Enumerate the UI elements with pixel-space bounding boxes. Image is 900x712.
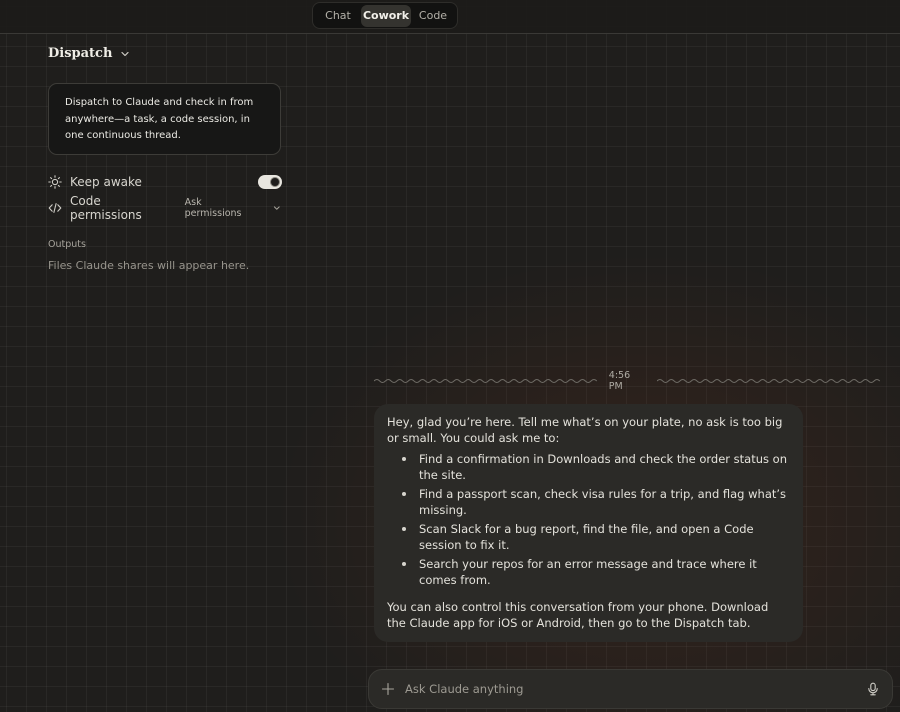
sun-icon [48,175,62,189]
list-item: Scan Slack for a bug report, find the fi… [402,521,789,553]
mode-switcher: Chat Cowork Code [312,2,458,29]
assistant-message: Hey, glad you’re here. Tell me what’s on… [374,404,803,642]
outputs-heading: Outputs [48,239,86,250]
chevron-down-icon [274,206,281,210]
list-item: Search your repos for an error message a… [402,556,789,588]
message-intro: Hey, glad you’re here. Tell me what’s on… [387,415,783,445]
dispatch-menu-button[interactable]: Dispatch [48,46,130,61]
keep-awake-toggle[interactable] [258,175,282,189]
chat-input[interactable] [405,682,866,696]
keep-awake-row: Keep awake [48,172,282,192]
info-card-text: Dispatch to Claude and check in from any… [65,97,254,141]
plus-icon[interactable] [381,682,395,696]
time-divider: 4:56 PM [374,370,880,392]
message-timestamp: 4:56 PM [608,370,631,392]
code-icon [48,203,62,213]
microphone-icon[interactable] [866,682,880,696]
tab-code[interactable]: Code [411,5,455,27]
chevron-down-icon [121,51,130,56]
suggestion-list: Find a confirmation in Downloads and che… [387,451,789,588]
code-permissions-value: Ask permissions [184,197,242,219]
message-outro: You can also control this conversation f… [387,600,769,630]
wavy-line-right [657,379,880,383]
list-item: Find a confirmation in Downloads and che… [402,452,787,482]
code-permissions-select[interactable]: Ask permissions [185,197,282,219]
list-item: Find a passport scan, check visa rules f… [402,486,789,518]
message-composer [368,669,893,709]
dispatch-info-card: Dispatch to Claude and check in from any… [48,83,281,155]
toggle-knob [270,177,280,187]
tab-cowork[interactable]: Cowork [361,4,411,27]
wavy-line-left [374,379,597,383]
code-permissions-row: Code permissions Ask permissions [48,194,282,222]
top-bar: Chat Cowork Code [0,0,900,34]
outputs-empty-state: Files Claude shares will appear here. [48,259,250,272]
page-title: Dispatch [48,46,113,61]
code-permissions-label: Code permissions [70,194,142,222]
keep-awake-label: Keep awake [70,175,142,189]
tab-chat[interactable]: Chat [315,5,361,27]
